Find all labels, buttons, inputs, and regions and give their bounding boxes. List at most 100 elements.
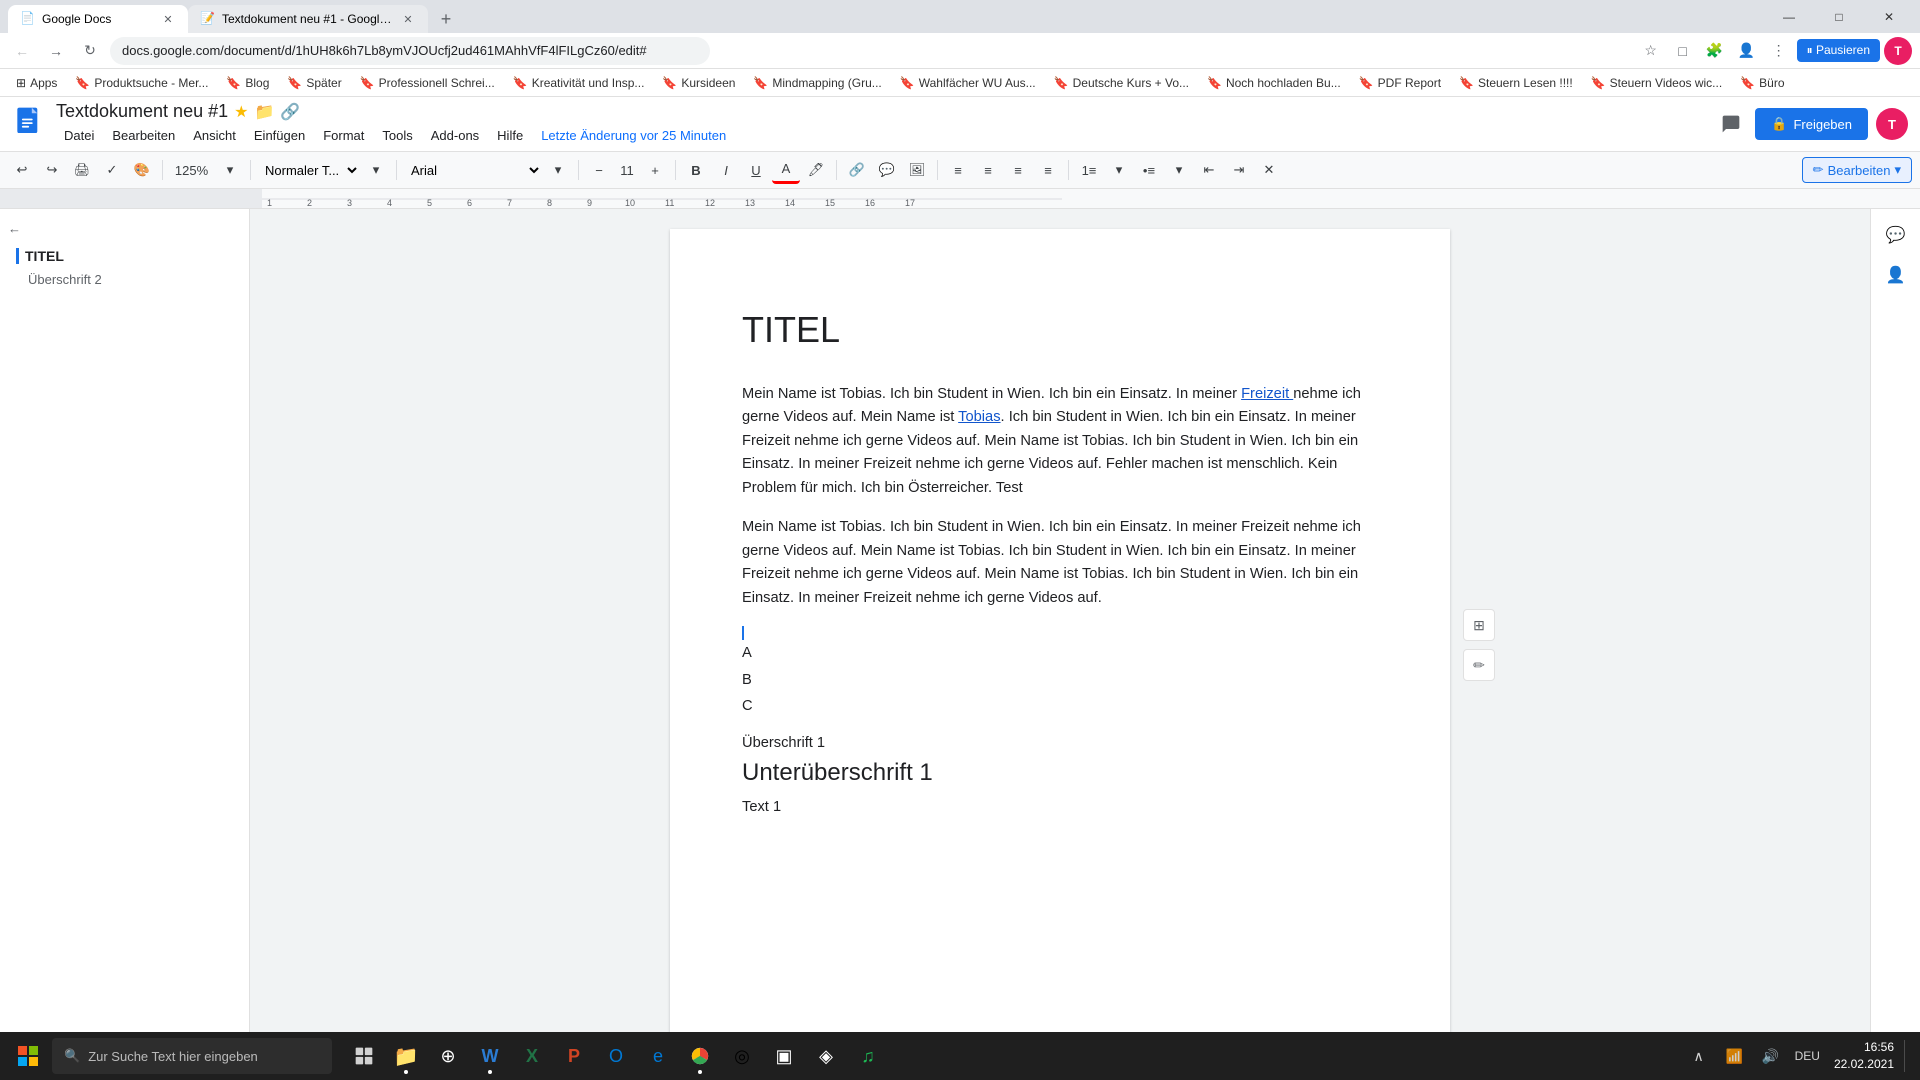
bookmark-professionell[interactable]: 🔖 Professionell Schrei... [352, 74, 503, 92]
bold-button[interactable]: B [682, 156, 710, 184]
taskbar-language[interactable]: DEU [1791, 1049, 1824, 1063]
docs-filename[interactable]: Textdokument neu #1 [56, 101, 228, 122]
taskbar-task-view[interactable] [344, 1036, 384, 1076]
bookmark-mindmapping[interactable]: 🔖 Mindmapping (Gru... [745, 74, 889, 92]
decrease-indent-button[interactable]: ⇤ [1195, 156, 1223, 184]
paint-format-button[interactable]: 🎨 [128, 156, 156, 184]
paragraph-style-dropdown[interactable]: ▾ [362, 156, 390, 184]
profile-icon[interactable]: 👤 [1733, 37, 1761, 65]
last-saved-link[interactable]: Letzte Änderung vor 25 Minuten [533, 124, 734, 147]
bookmark-star-icon[interactable]: ☆ [1637, 37, 1665, 65]
windows-start-button[interactable] [8, 1036, 48, 1076]
increase-indent-button[interactable]: ⇥ [1225, 156, 1253, 184]
bookmark-deutsche-kurs[interactable]: 🔖 Deutsche Kurs + Vo... [1046, 74, 1197, 92]
sidebar-back-button[interactable]: ← [8, 221, 241, 236]
star-icon[interactable]: ★ [234, 102, 248, 122]
bookmark-pdf-report[interactable]: 🔖 PDF Report [1351, 74, 1449, 92]
new-tab-button[interactable]: + [432, 5, 460, 33]
tab-close-google-docs[interactable]: ✕ [160, 11, 176, 27]
redo-button[interactable]: ↪ [38, 156, 66, 184]
italic-button[interactable]: I [712, 156, 740, 184]
taskbar-show-hidden-icons[interactable]: ∧ [1683, 1040, 1715, 1072]
taskbar-outlook[interactable]: O [596, 1036, 636, 1076]
menu-ansicht[interactable]: Ansicht [185, 124, 244, 147]
clear-formatting-button[interactable]: ✕ [1255, 156, 1283, 184]
taskbar-network-icon[interactable]: 📶 [1719, 1040, 1751, 1072]
taskbar-excel[interactable]: X [512, 1036, 552, 1076]
comments-button[interactable] [1715, 108, 1747, 140]
undo-button[interactable]: ↩ [8, 156, 36, 184]
align-right-button[interactable]: ≡ [1004, 156, 1032, 184]
close-button[interactable]: ✕ [1866, 3, 1912, 31]
taskbar-microsoft-365[interactable]: ⊕ [428, 1036, 468, 1076]
underline-button[interactable]: U [742, 156, 770, 184]
print-button[interactable]: 🖨 [68, 156, 96, 184]
bookmark-noch-hochladen[interactable]: 🔖 Noch hochladen Bu... [1199, 74, 1349, 92]
menu-hilfe[interactable]: Hilfe [489, 124, 531, 147]
align-justify-button[interactable]: ≡ [1034, 156, 1062, 184]
docs-content-area[interactable]: TITEL Mein Name ist Tobias. Ich bin Stud… [250, 209, 1870, 1080]
taskbar-app1[interactable]: ▣ [764, 1036, 804, 1076]
freizeit-link[interactable]: Freizeit [1241, 386, 1293, 402]
document-title[interactable]: TITEL [742, 309, 1378, 351]
refresh-button[interactable]: ↻ [76, 37, 104, 65]
bullet-list-button[interactable]: •≡ [1135, 156, 1163, 184]
right-panel-user-icon[interactable]: 👤 [1878, 257, 1914, 293]
paragraph-1[interactable]: Mein Name ist Tobias. Ich bin Student in… [742, 383, 1378, 500]
insert-image-button[interactable]: 🖼 [903, 156, 931, 184]
taskbar-chrome[interactable] [680, 1036, 720, 1076]
bookmark-blog[interactable]: 🔖 Blog [218, 74, 277, 92]
insert-link-button[interactable]: 🔗 [843, 156, 871, 184]
bookmark-wahlfächer[interactable]: 🔖 Wahlfächer WU Aus... [892, 74, 1044, 92]
taskbar-chrome-2[interactable]: ◎ [722, 1036, 762, 1076]
address-input[interactable] [110, 37, 710, 65]
menu-datei[interactable]: Datei [56, 124, 102, 147]
menu-einfügen[interactable]: Einfügen [246, 124, 313, 147]
bookmark-steuern-lesen[interactable]: 🔖 Steuern Lesen !!!! [1451, 74, 1581, 92]
menu-add-ons[interactable]: Add-ons [423, 124, 487, 147]
list-item-b[interactable]: B [742, 667, 1378, 693]
forward-button[interactable]: → [42, 37, 70, 65]
bullet-list-dropdown[interactable]: ▾ [1165, 156, 1193, 184]
taskbar-powerpoint[interactable]: P [554, 1036, 594, 1076]
list-item-a[interactable]: A [742, 640, 1378, 666]
tab-close-textdokument[interactable]: ✕ [400, 11, 416, 27]
taskbar-file-explorer[interactable]: 📁 [386, 1036, 426, 1076]
font-size[interactable]: 11 [615, 163, 639, 178]
chrome-extension-icon[interactable]: 🧩 [1701, 37, 1729, 65]
tab-google-docs[interactable]: 📄 Google Docs ✕ [8, 5, 188, 33]
taskbar-spotify[interactable]: ♫ [848, 1036, 888, 1076]
zoom-dropdown-button[interactable]: ▾ [216, 156, 244, 184]
font-size-increase[interactable]: + [641, 156, 669, 184]
bookmark-apps[interactable]: ⊞ Apps [8, 74, 65, 92]
menu-format[interactable]: Format [315, 124, 372, 147]
taskbar-search-bar[interactable]: 🔍 Zur Suche Text hier eingeben [52, 1038, 332, 1074]
taskbar-show-desktop[interactable] [1904, 1040, 1912, 1072]
screenshot-icon[interactable]: □ [1669, 37, 1697, 65]
list-item-c[interactable]: C [742, 693, 1378, 719]
bookmark-kursideen[interactable]: 🔖 Kursideen [654, 74, 743, 92]
taskbar-word[interactable]: W [470, 1036, 510, 1076]
bookmark-kreativität[interactable]: 🔖 Kreativität und Insp... [505, 74, 653, 92]
text-color-button[interactable]: A [772, 156, 800, 184]
right-panel-chat-icon[interactable]: 💬 [1878, 217, 1914, 253]
bookmark-später[interactable]: 🔖 Später [279, 74, 349, 92]
text-1[interactable]: Text 1 [742, 799, 1378, 815]
edit-float-icon[interactable]: ✏ [1463, 649, 1495, 681]
bookmark-steuern-videos[interactable]: 🔖 Steuern Videos wic... [1583, 74, 1730, 92]
bookmark-produktsuche[interactable]: 🔖 Produktsuche - Mer... [67, 74, 216, 92]
taskbar-app2[interactable]: ◈ [806, 1036, 846, 1076]
share-button[interactable]: 🔒 Freigeben [1755, 108, 1868, 140]
folder-icon[interactable]: 📁 [254, 102, 274, 122]
font-dropdown[interactable]: ▾ [544, 156, 572, 184]
add-float-icon[interactable]: ⊞ [1463, 609, 1495, 641]
zoom-level[interactable]: 125% [169, 163, 214, 178]
menu-tools[interactable]: Tools [374, 124, 420, 147]
sidebar-item-title[interactable]: TITEL [8, 244, 241, 268]
chrome-settings-icon[interactable]: ⋮ [1765, 37, 1793, 65]
taskbar-clock[interactable]: 16:56 22.02.2021 [1828, 1037, 1900, 1075]
paragraph-style-select[interactable]: Normaler T... Titel Überschrift 1 [257, 157, 360, 183]
taskbar-volume-icon[interactable]: 🔊 [1755, 1040, 1787, 1072]
insert-comment-button[interactable]: 💬 [873, 156, 901, 184]
menu-bearbeiten[interactable]: Bearbeiten [104, 124, 183, 147]
